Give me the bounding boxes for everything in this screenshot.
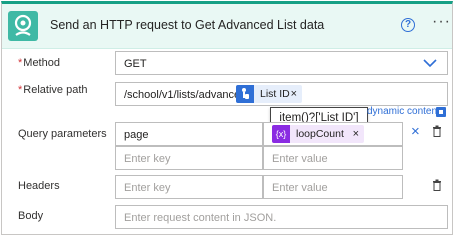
method-label: *Method [18,57,60,69]
relative-path-field[interactable]: /school/v1/lists/advanced/ List ID × [115,82,448,106]
action-card: Send an HTTP request to Get Advanced Lis… [1,1,453,235]
list-id-token[interactable]: List ID × [236,85,302,103]
touch-icon [236,85,254,103]
help-icon[interactable]: ? [401,18,415,32]
more-options-icon[interactable]: ··· [432,13,451,31]
chevron-down-icon [423,59,437,68]
header-key-input[interactable]: Enter key [115,175,263,199]
loopcount-token[interactable]: {x} loopCount × [272,125,364,143]
dynamic-content-icon[interactable] [436,107,446,117]
query-value-input[interactable]: {x} loopCount × [263,122,403,146]
query-key-input-empty[interactable]: Enter key [115,146,263,170]
required-mark: * [18,57,23,69]
query-parameters-label: Query parameters [18,128,107,140]
header-value-input[interactable]: Enter value [263,175,403,199]
app-logo-icon [8,11,38,41]
remove-row-icon[interactable]: × [411,124,420,139]
query-key-input[interactable]: page [115,122,263,146]
token-remove-icon[interactable]: × [353,125,359,143]
action-header[interactable]: Send an HTTP request to Get Advanced Lis… [2,4,452,49]
dynamic-content-link[interactable]: dynamic content [367,106,440,117]
relative-path-prefix: /school/v1/lists/advanced/ [124,89,250,101]
trash-icon[interactable] [432,179,442,191]
variable-icon: {x} [272,125,290,143]
query-key-value: page [124,129,149,141]
token-remove-icon[interactable]: × [291,85,297,103]
relative-path-label: *Relative path [18,84,88,96]
body-label: Body [18,210,44,222]
body-placeholder: Enter request content in JSON. [124,212,277,224]
required-mark: * [18,84,23,96]
body-input[interactable]: Enter request content in JSON. [115,205,448,229]
query-value-input-empty[interactable]: Enter value [263,146,403,170]
key-placeholder: Enter key [124,153,171,165]
value-placeholder: Enter value [272,182,328,194]
key-placeholder: Enter key [124,182,171,194]
headers-label: Headers [18,180,60,192]
method-select[interactable]: GET [115,51,448,75]
action-title: Send an HTTP request to Get Advanced Lis… [50,18,325,32]
token-label: List ID [260,88,290,100]
method-value: GET [124,58,147,70]
trash-icon[interactable] [432,125,442,137]
token-label: loopCount [296,128,344,140]
value-placeholder: Enter value [272,153,328,165]
